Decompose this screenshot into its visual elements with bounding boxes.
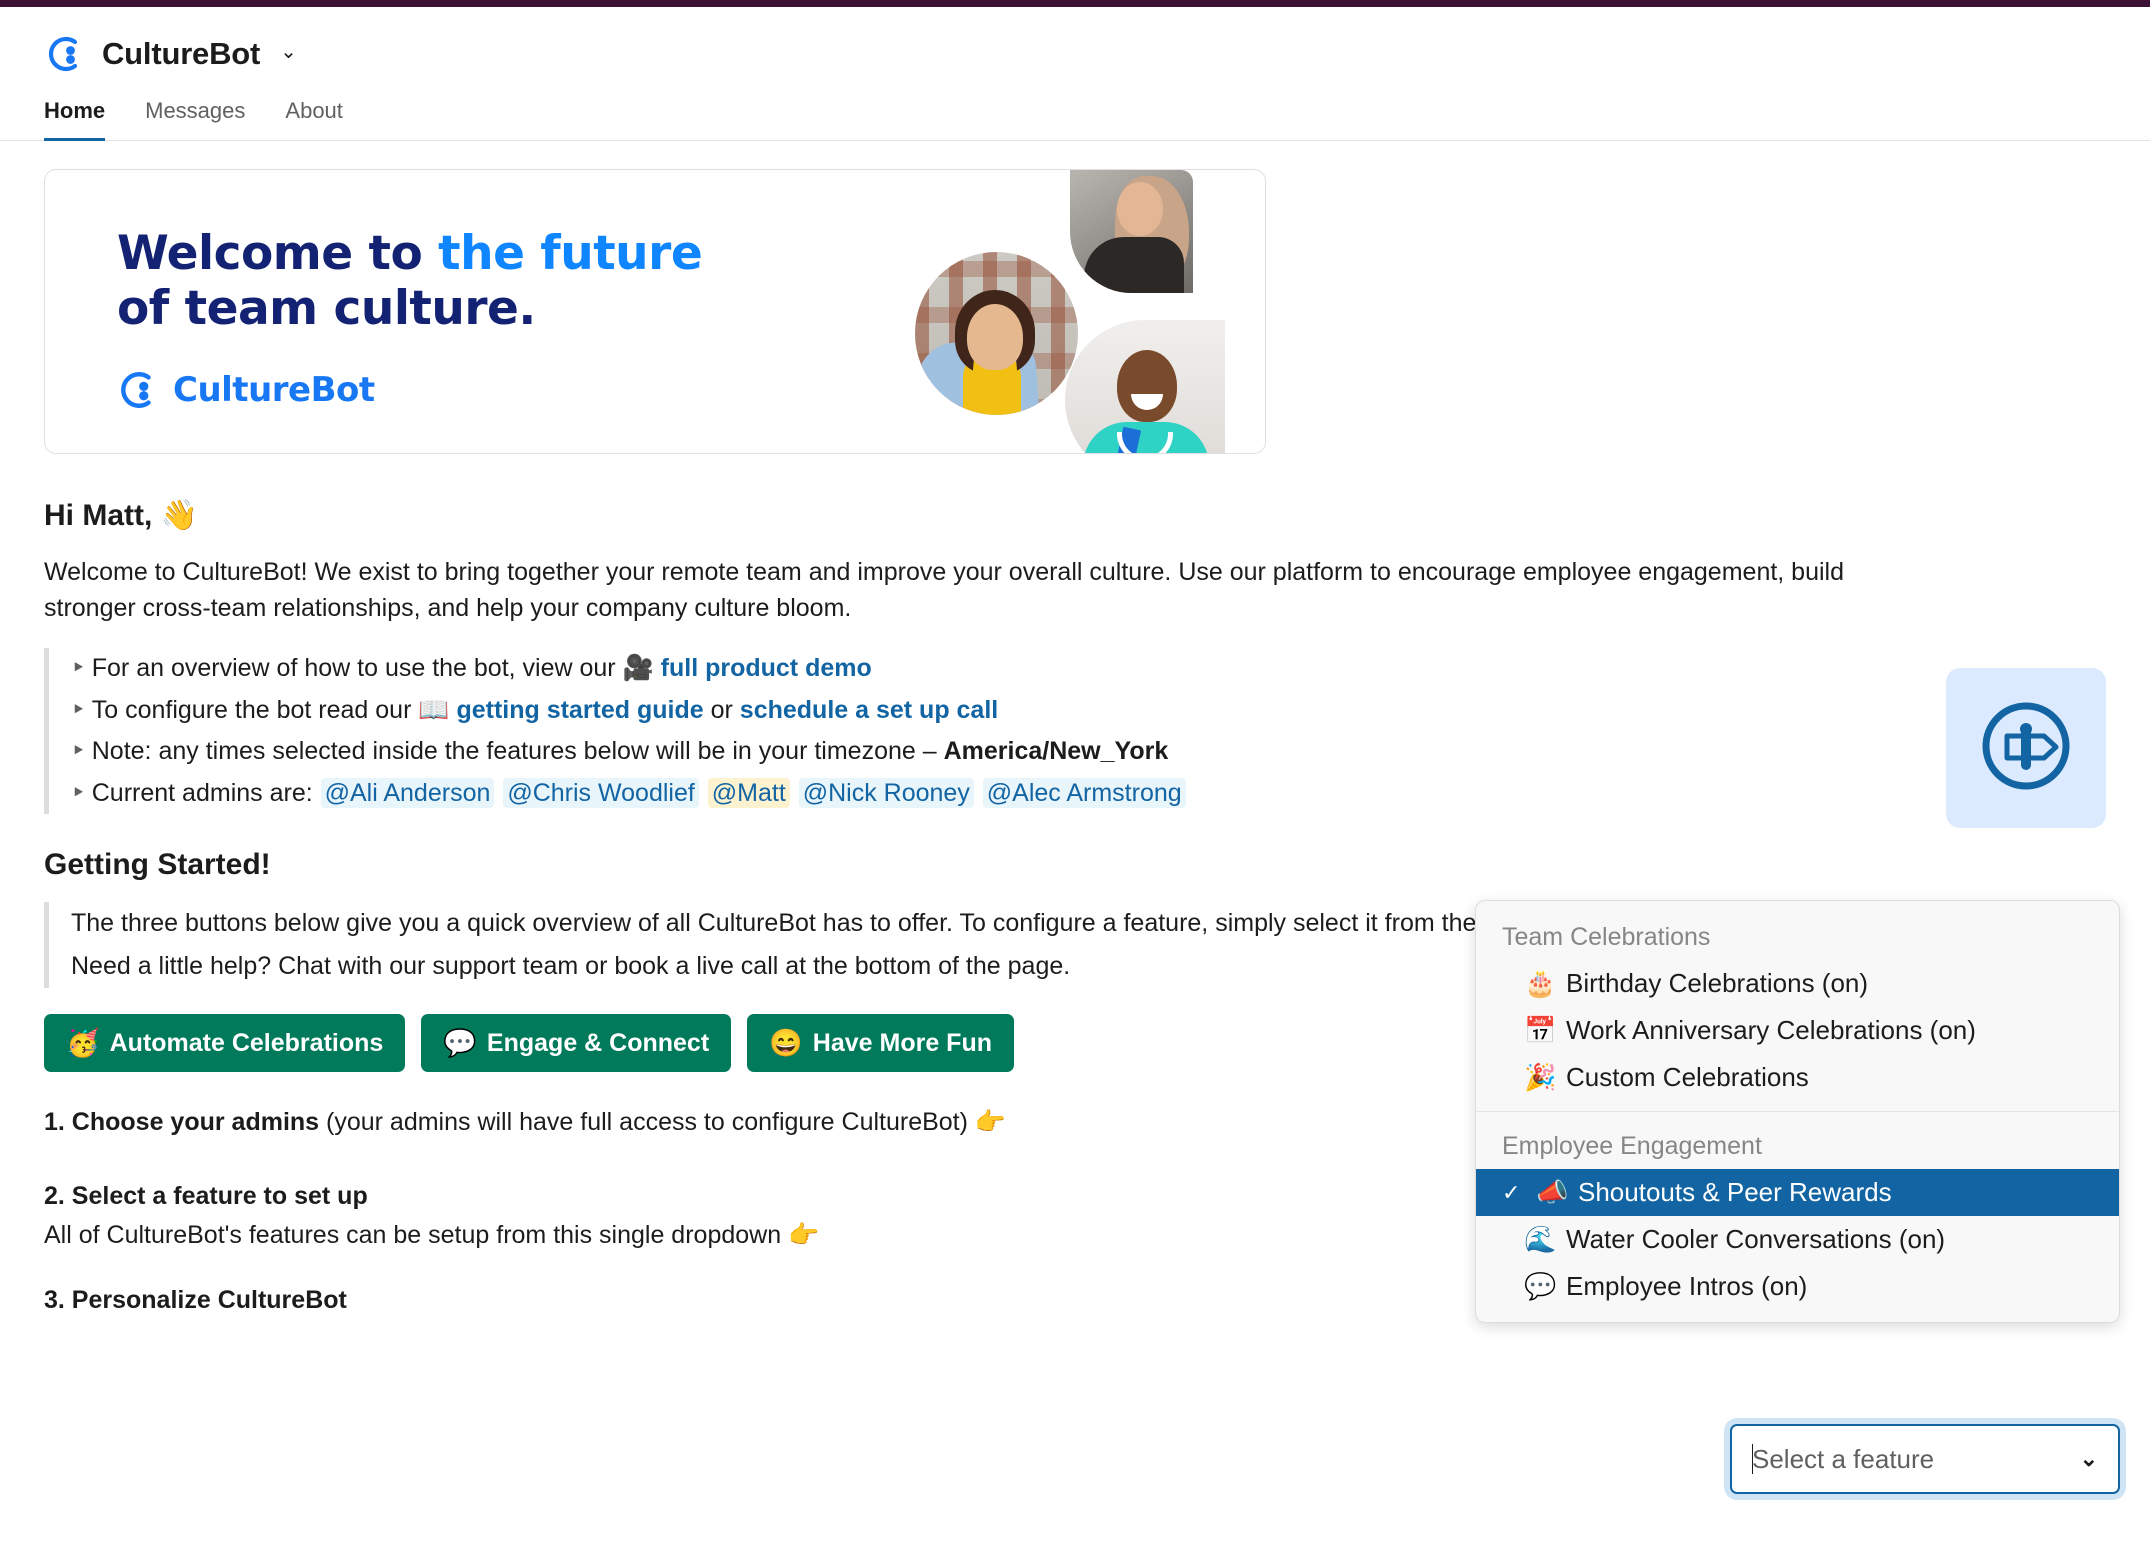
tab-messages[interactable]: Messages [145, 98, 245, 141]
getting-started-heading: Getting Started! [44, 848, 2106, 882]
bullet-admins-text: Current admins are: [92, 779, 320, 807]
schedule-setup-call-link[interactable]: schedule a set up call [740, 696, 998, 724]
admin-mention-chris-woodlief[interactable]: @Chris Woodlief [503, 778, 698, 808]
have-more-fun-label: Have More Fun [813, 1029, 992, 1058]
app-menu-chevron-icon[interactable]: ⌄ [280, 42, 297, 62]
wave-icon: 🌊 [1524, 1224, 1554, 1255]
greeting-heading: Hi Matt, 👋 [44, 498, 2106, 533]
bullet-item-configure: ‣To configure the bot read our 📖 getting… [71, 690, 2106, 732]
banner-heading-part1: Welcome to [117, 226, 438, 281]
getting-started-guide-link[interactable]: getting started guide [456, 696, 703, 724]
info-bullet-list: ‣For an overview of how to use the bot, … [44, 648, 2106, 814]
banner-photo-3 [1065, 320, 1225, 454]
tab-home[interactable]: Home [44, 98, 105, 141]
bullet-configure-mid: or [704, 696, 740, 724]
timezone-value: America/New_York [944, 737, 1169, 765]
admin-mention-ali-anderson[interactable]: @Ali Anderson [321, 778, 495, 808]
banner-photo-2 [1070, 170, 1193, 293]
dropdown-item-shoutouts-peer-rewards[interactable]: ✓ 📣 Shoutouts & Peer Rewards [1476, 1169, 2119, 1216]
megaphone-icon: 📣 [1536, 1177, 1566, 1208]
automate-celebrations-label: Automate Celebrations [110, 1029, 384, 1058]
grinning-face-icon: 😄 [769, 1027, 803, 1059]
dropdown-item-label: Custom Celebrations [1566, 1062, 1809, 1093]
dropdown-item-label: Birthday Celebrations (on) [1566, 968, 1868, 999]
tab-about[interactable]: About [285, 98, 343, 141]
speech-balloon-icon: 💬 [443, 1027, 477, 1059]
signpost-tile [1946, 668, 2106, 828]
step-1-title: 1. Choose your admins [44, 1108, 319, 1136]
bullet-marker: ‣ [71, 737, 86, 765]
bullet-configure-text: To configure the bot read our 📖 [92, 696, 457, 724]
culturebot-mark-icon [117, 369, 159, 411]
banner-photo-1 [915, 252, 1078, 415]
bullet-demo-text: For an overview of how to use the bot, v… [92, 654, 661, 682]
dropdown-item-water-cooler-conversations[interactable]: 🌊 Water Cooler Conversations (on) [1476, 1216, 2119, 1263]
full-product-demo-link[interactable]: full product demo [661, 654, 872, 682]
step-2-title: 2. Select a feature to set up [44, 1182, 368, 1210]
window-top-strip [0, 0, 2150, 7]
culturebot-logo-icon [44, 33, 86, 75]
thought-balloon-icon: 💬 [1524, 1271, 1554, 1302]
bullet-marker: ‣ [71, 779, 86, 807]
dropdown-separator [1476, 1111, 2119, 1112]
intro-paragraph: Welcome to CultureBot! We exist to bring… [44, 555, 1864, 626]
feature-dropdown-menu[interactable]: Team Celebrations 🎂 Birthday Celebration… [1475, 900, 2120, 1323]
banner-text-block: Welcome to the future of team culture. C… [117, 226, 702, 411]
banner-logo: CultureBot [117, 369, 702, 411]
dropdown-item-work-anniversary-celebrations[interactable]: 📅 Work Anniversary Celebrations (on) [1476, 1007, 2119, 1054]
birthday-cake-icon: 🎂 [1524, 968, 1554, 999]
admin-mention-nick-rooney[interactable]: @Nick Rooney [799, 778, 974, 808]
admin-mention-matt[interactable]: @Matt [708, 778, 790, 808]
dropdown-group-label-employee-engagement: Employee Engagement [1476, 1122, 2119, 1169]
signpost-icon [1974, 694, 2078, 803]
automate-celebrations-button[interactable]: 🥳 Automate Celebrations [44, 1014, 405, 1072]
banner-logo-text: CultureBot [173, 370, 375, 410]
app-header: CultureBot ⌄ [0, 7, 2150, 75]
party-face-icon: 🥳 [66, 1027, 100, 1059]
banner-heading: Welcome to the future of team culture. [117, 226, 702, 337]
chevron-down-icon[interactable]: ⌄ [2080, 1446, 2098, 1472]
have-more-fun-button[interactable]: 😄 Have More Fun [747, 1014, 1014, 1072]
admin-mention-alec-armstrong[interactable]: @Alec Armstrong [983, 778, 1186, 808]
dropdown-item-custom-celebrations[interactable]: 🎉 Custom Celebrations [1476, 1054, 2119, 1101]
bullet-item-timezone: ‣Note: any times selected inside the fea… [71, 731, 2106, 773]
dropdown-item-employee-intros[interactable]: 💬 Employee Intros (on) [1476, 1263, 2119, 1310]
app-title: CultureBot [102, 36, 260, 72]
dropdown-item-label: Shoutouts & Peer Rewards [1578, 1177, 1892, 1208]
dropdown-item-label: Water Cooler Conversations (on) [1566, 1224, 1945, 1255]
step-1-description: (your admins will have full access to co… [319, 1108, 1006, 1136]
tab-bar: Home Messages About [0, 75, 2150, 141]
engage-connect-button[interactable]: 💬 Engage & Connect [421, 1014, 731, 1072]
check-icon: ✓ [1502, 1180, 1524, 1206]
dropdown-item-birthday-celebrations[interactable]: 🎂 Birthday Celebrations (on) [1476, 960, 2119, 1007]
bullet-item-admins: ‣Current admins are: @Ali Anderson @Chri… [71, 773, 2106, 815]
party-popper-icon: 🎉 [1524, 1062, 1554, 1093]
bullet-timezone-text: Note: any times selected inside the feat… [92, 737, 944, 765]
feature-select-placeholder: Select a feature [1752, 1444, 1934, 1475]
banner-photo-group [905, 170, 1265, 454]
bullet-marker: ‣ [71, 696, 86, 724]
calendar-icon: 📅 [1524, 1015, 1554, 1046]
dropdown-item-label: Work Anniversary Celebrations (on) [1566, 1015, 1976, 1046]
banner-heading-line2: of team culture. [117, 281, 536, 336]
banner-heading-highlight: the future [438, 226, 702, 281]
dropdown-group-label-team-celebrations: Team Celebrations [1476, 913, 2119, 960]
feature-select-input[interactable]: Select a feature ⌄ [1730, 1424, 2120, 1494]
bullet-item-demo: ‣For an overview of how to use the bot, … [71, 648, 2106, 690]
dropdown-item-label: Employee Intros (on) [1566, 1271, 1807, 1302]
bullet-marker: ‣ [71, 654, 86, 682]
engage-connect-label: Engage & Connect [487, 1029, 709, 1058]
welcome-banner: Welcome to the future of team culture. C… [44, 169, 1266, 454]
